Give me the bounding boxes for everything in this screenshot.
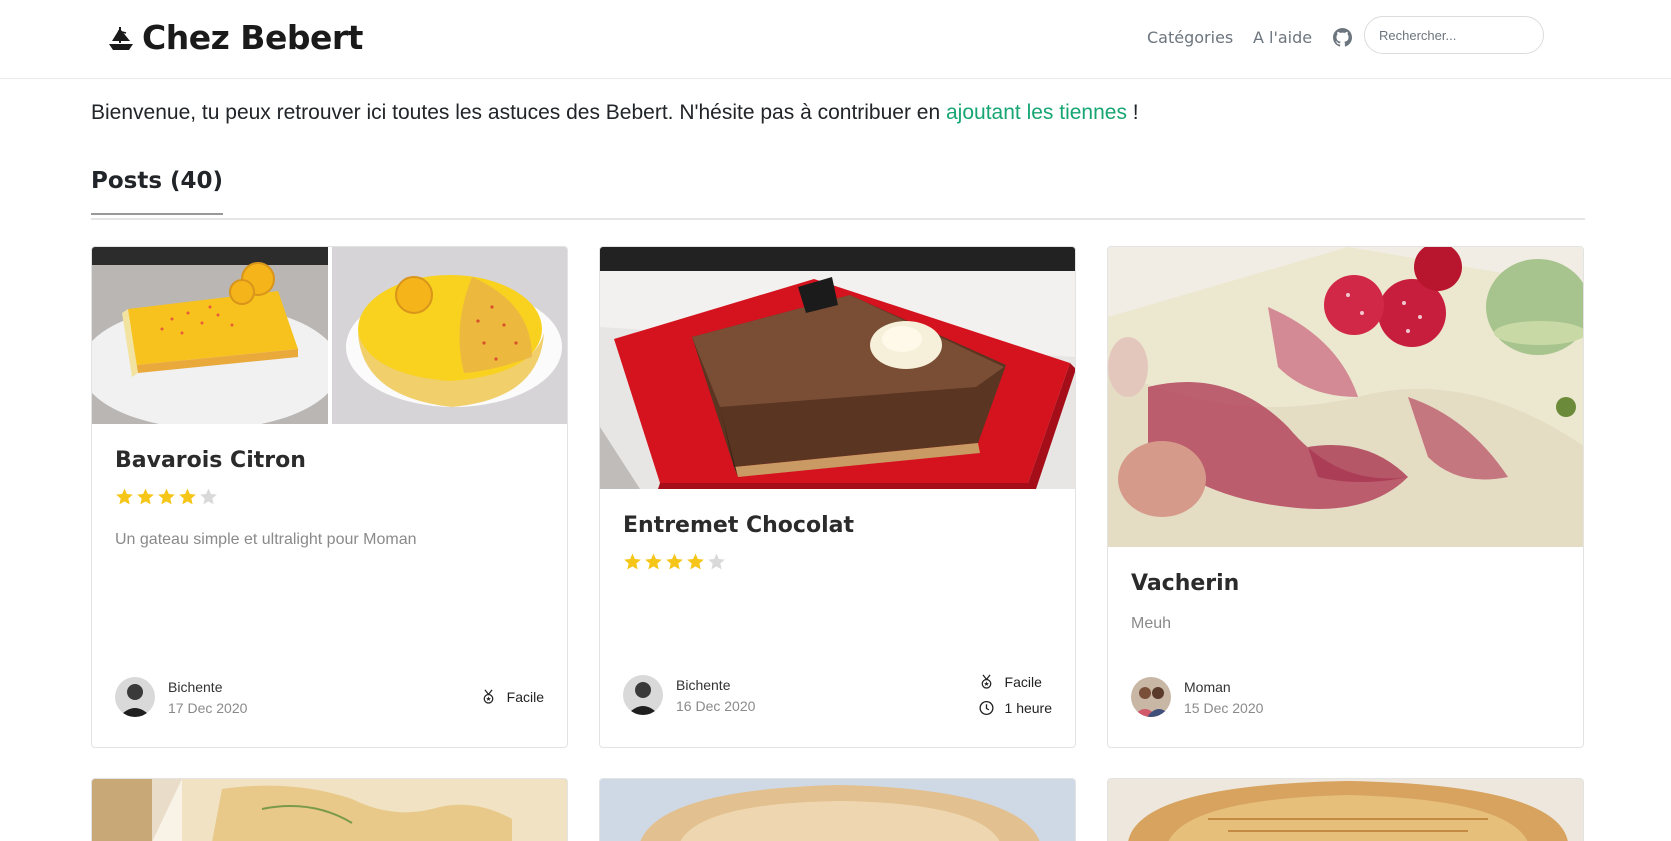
lemon-bavarois-photo bbox=[92, 247, 567, 424]
star-icon bbox=[200, 488, 217, 505]
post-image bbox=[1108, 247, 1583, 547]
nav-help-link[interactable]: A l'aide bbox=[1253, 28, 1312, 47]
post-card[interactable] bbox=[599, 778, 1076, 841]
star-icon bbox=[708, 553, 725, 570]
post-image bbox=[600, 779, 1075, 841]
author-name: Bichente bbox=[168, 678, 223, 695]
post-card-body: Bavarois Citron Un gateau simple et ultr… bbox=[92, 424, 567, 549]
star-icon bbox=[624, 553, 641, 570]
post-title[interactable]: Bavarois Citron bbox=[115, 448, 544, 473]
post-meta: Facile bbox=[481, 684, 544, 710]
star-icon bbox=[137, 488, 154, 505]
search-input[interactable] bbox=[1364, 16, 1544, 54]
post-card[interactable]: Entremet Chocolat Bichente 16 Dec 2020 F… bbox=[599, 246, 1076, 748]
post-card[interactable] bbox=[91, 778, 568, 841]
post-card-body: Entremet Chocolat bbox=[600, 489, 1075, 571]
star-icon bbox=[158, 488, 175, 505]
star-icon bbox=[179, 488, 196, 505]
post-card-footer: Moman 15 Dec 2020 bbox=[1131, 677, 1560, 717]
chocolate-entremet-photo bbox=[600, 247, 1075, 489]
difficulty-meta: Facile bbox=[979, 669, 1052, 695]
star-icon bbox=[666, 553, 683, 570]
author-block: Bichente 16 Dec 2020 bbox=[676, 677, 755, 714]
avatar bbox=[115, 677, 155, 717]
post-date: 16 Dec 2020 bbox=[676, 697, 756, 714]
star-icon bbox=[116, 488, 133, 505]
vacherin-photo bbox=[1108, 247, 1583, 547]
post-date: 15 Dec 2020 bbox=[1184, 699, 1264, 716]
post-rating bbox=[115, 487, 544, 506]
author-block: Bichente 17 Dec 2020 bbox=[168, 679, 247, 716]
github-icon[interactable] bbox=[1333, 28, 1352, 47]
post-title[interactable]: Vacherin bbox=[1131, 571, 1560, 596]
medal-icon bbox=[483, 689, 494, 704]
duration-label: 1 heure bbox=[1004, 700, 1052, 716]
contribute-link[interactable]: ajoutant les tiennes bbox=[946, 101, 1127, 124]
intro-text-after: ! bbox=[1126, 101, 1139, 124]
intro-text: Bienvenue, tu peux retrouver ici toutes … bbox=[91, 101, 1139, 125]
star-icon bbox=[645, 553, 662, 570]
post-card-footer: Bichente 16 Dec 2020 Facile 1 heure bbox=[623, 669, 1052, 721]
post-image bbox=[1108, 779, 1583, 841]
ship-logo-icon bbox=[109, 26, 133, 50]
star-icon bbox=[687, 553, 704, 570]
post-date: 17 Dec 2020 bbox=[168, 699, 248, 716]
difficulty-label: Facile bbox=[1004, 674, 1042, 690]
post-title[interactable]: Entremet Chocolat bbox=[623, 513, 1052, 538]
navbar: Chez Bebert Catégories A l'aide bbox=[0, 0, 1671, 79]
post-image bbox=[600, 247, 1075, 489]
post-card[interactable]: Vacherin Meuh Moman 15 Dec 2020 bbox=[1107, 246, 1584, 748]
posts-section-header: Posts (40) bbox=[91, 168, 1585, 220]
avatar bbox=[1131, 677, 1171, 717]
post-excerpt: Un gateau simple et ultralight pour Moma… bbox=[115, 531, 417, 548]
avatar bbox=[623, 675, 663, 715]
brand-link[interactable]: Chez Bebert bbox=[106, 18, 363, 57]
post-image bbox=[92, 779, 567, 841]
brand-name: Chez Bebert bbox=[142, 18, 363, 57]
author-name: Bichente bbox=[676, 676, 731, 693]
clock-icon bbox=[978, 700, 994, 716]
post-excerpt: Meuh bbox=[1131, 615, 1172, 632]
post-card[interactable] bbox=[1107, 778, 1584, 841]
nav-categories-link[interactable]: Catégories bbox=[1147, 28, 1233, 47]
difficulty-meta: Facile bbox=[481, 684, 544, 710]
post-image bbox=[92, 247, 567, 424]
post-rating bbox=[623, 552, 1052, 571]
post-meta: Facile 1 heure bbox=[978, 669, 1052, 721]
author-block: Moman 15 Dec 2020 bbox=[1184, 679, 1263, 716]
difficulty-label: Facile bbox=[506, 689, 544, 705]
posts-section-title: Posts (40) bbox=[91, 168, 224, 215]
post-card-body: Vacherin Meuh bbox=[1108, 547, 1583, 633]
author-name: Moman bbox=[1184, 678, 1231, 695]
duration-meta: 1 heure bbox=[978, 695, 1052, 721]
post-card-footer: Bichente 17 Dec 2020 Facile bbox=[115, 677, 544, 717]
medal-icon bbox=[981, 674, 991, 689]
post-card[interactable]: Bavarois Citron Un gateau simple et ultr… bbox=[91, 246, 568, 748]
intro-text-before: Bienvenue, tu peux retrouver ici toutes … bbox=[91, 101, 946, 124]
